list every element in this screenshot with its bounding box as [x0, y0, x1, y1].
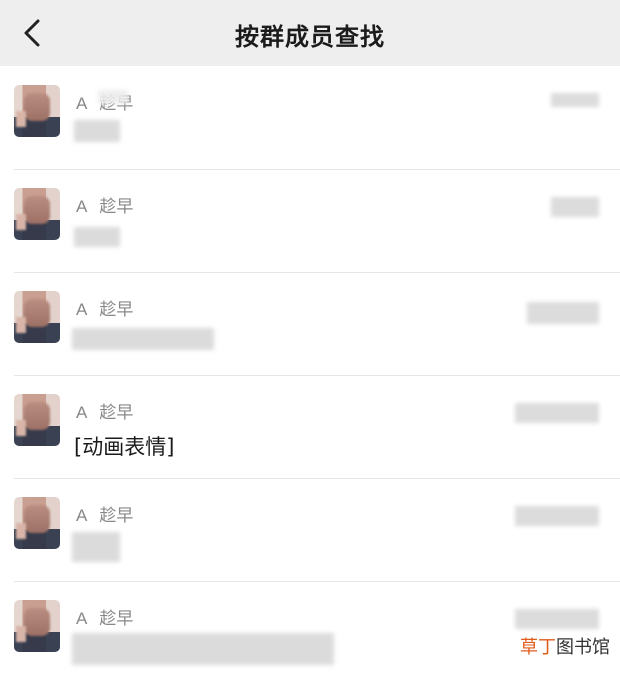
- sender-name: 趁早: [99, 403, 134, 422]
- list-item[interactable]: A 趁早: [0, 169, 620, 272]
- redacted-time: [551, 93, 599, 107]
- message-preview: [动画表情]: [74, 435, 175, 459]
- avatar[interactable]: [14, 394, 60, 446]
- message-list: A 趁早 A 趁早 A 趁早 A 趁早 [动画表情] A 趁早: [0, 66, 620, 684]
- list-item[interactable]: A 趁早: [0, 478, 620, 581]
- sender-tag: A: [76, 94, 88, 113]
- sender-tag: A: [76, 609, 88, 628]
- sender-line: A 趁早: [76, 604, 133, 629]
- redacted-time: [515, 609, 599, 629]
- list-item[interactable]: A 趁早: [0, 272, 620, 375]
- avatar[interactable]: [14, 85, 60, 137]
- redacted-time: [551, 197, 599, 217]
- list-item[interactable]: A 趁早 [动画表情]: [0, 375, 620, 478]
- redacted-message: [72, 633, 334, 665]
- sender-tag: A: [76, 403, 88, 422]
- sender-line: A 趁早: [76, 501, 133, 526]
- sender-name: 趁早: [99, 609, 134, 628]
- avatar[interactable]: [14, 188, 60, 240]
- top-bar: 按群成员查找: [0, 0, 620, 66]
- redacted-time: [515, 506, 599, 526]
- sender-name: 趁早: [99, 197, 134, 216]
- sender-line: A 趁早: [76, 398, 133, 423]
- sender-tag: A: [76, 506, 88, 525]
- redacted-time: [515, 403, 599, 423]
- redacted-time: [527, 302, 599, 324]
- watermark-text: 图书馆: [556, 637, 610, 658]
- avatar[interactable]: [14, 291, 60, 343]
- avatar[interactable]: [14, 497, 60, 549]
- sender-name: 趁早: [99, 300, 134, 319]
- redacted-message: [72, 328, 214, 350]
- sender-line: A 趁早: [76, 295, 133, 320]
- sender-tag: A: [76, 197, 88, 216]
- redacted-message: [74, 120, 120, 142]
- watermark-accent: 草丁: [520, 637, 556, 658]
- redacted-message: [74, 227, 120, 247]
- sender-tag: A: [76, 300, 88, 319]
- sender-line: A 趁早: [76, 192, 133, 217]
- sender-name: 趁早: [99, 506, 134, 525]
- page-title: 按群成员查找: [235, 23, 385, 51]
- watermark: 草丁图书馆: [520, 633, 610, 659]
- redacted-message: [72, 532, 120, 562]
- avatar[interactable]: [14, 600, 60, 652]
- list-item[interactable]: A趁早: [0, 66, 620, 169]
